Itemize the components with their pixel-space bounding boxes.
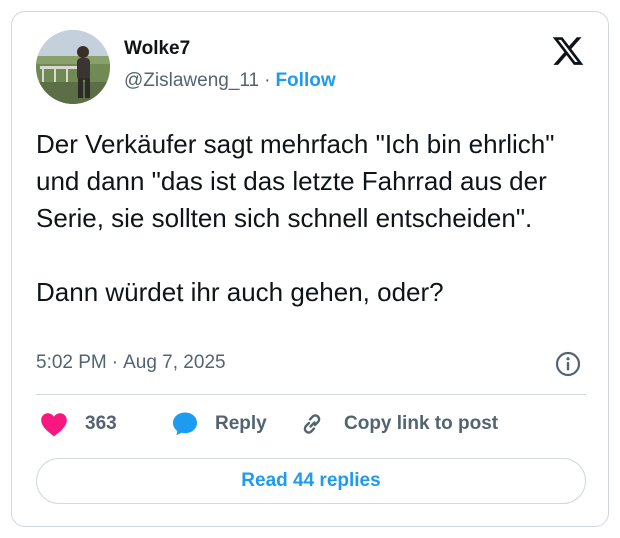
post-paragraph: Der Verkäufer sagt mehrfach "Ich bin ehr…	[36, 129, 555, 233]
post-date: Aug 7, 2025	[123, 352, 226, 373]
follow-link[interactable]: Follow	[275, 70, 335, 91]
author-display-name[interactable]: Wolke7	[124, 38, 190, 60]
author-handle[interactable]: @Zislaweng_11	[124, 70, 259, 91]
avatar[interactable]	[36, 30, 110, 104]
x-logo-icon[interactable]	[551, 34, 585, 68]
divider	[36, 394, 586, 395]
read-replies-button[interactable]: Read 44 replies	[36, 458, 586, 504]
copy-link-button[interactable]: Copy link to post	[298, 408, 498, 440]
speech-bubble-icon	[173, 412, 197, 436]
post-timestamp[interactable]: 5:02 PM · Aug 7, 2025	[36, 352, 226, 374]
author-meta-row: @Zislaweng_11 · Follow	[124, 70, 336, 92]
action-bar: 363 Reply Copy link to post	[36, 408, 586, 440]
like-button[interactable]: 363	[40, 408, 117, 440]
like-count: 363	[85, 413, 117, 434]
read-replies-label: Read 44 replies	[241, 470, 381, 491]
reply-label: Reply	[215, 413, 267, 434]
post-text: Der Verkäufer sagt mehrfach "Ich bin ehr…	[36, 126, 596, 311]
info-icon[interactable]	[554, 350, 582, 378]
link-icon	[303, 414, 321, 434]
post-card: Wolke7 @Zislaweng_11 · Follow Der Verkäufe…	[11, 11, 609, 527]
post-time: 5:02 PM	[36, 352, 107, 373]
reply-button[interactable]: Reply	[171, 408, 267, 440]
copy-link-label: Copy link to post	[344, 413, 499, 434]
meta-separator: ·	[264, 70, 271, 91]
post-paragraph: Dann würdet ihr auch gehen, oder?	[36, 277, 444, 307]
timestamp-separator: ·	[111, 352, 119, 373]
heart-icon	[41, 413, 67, 437]
